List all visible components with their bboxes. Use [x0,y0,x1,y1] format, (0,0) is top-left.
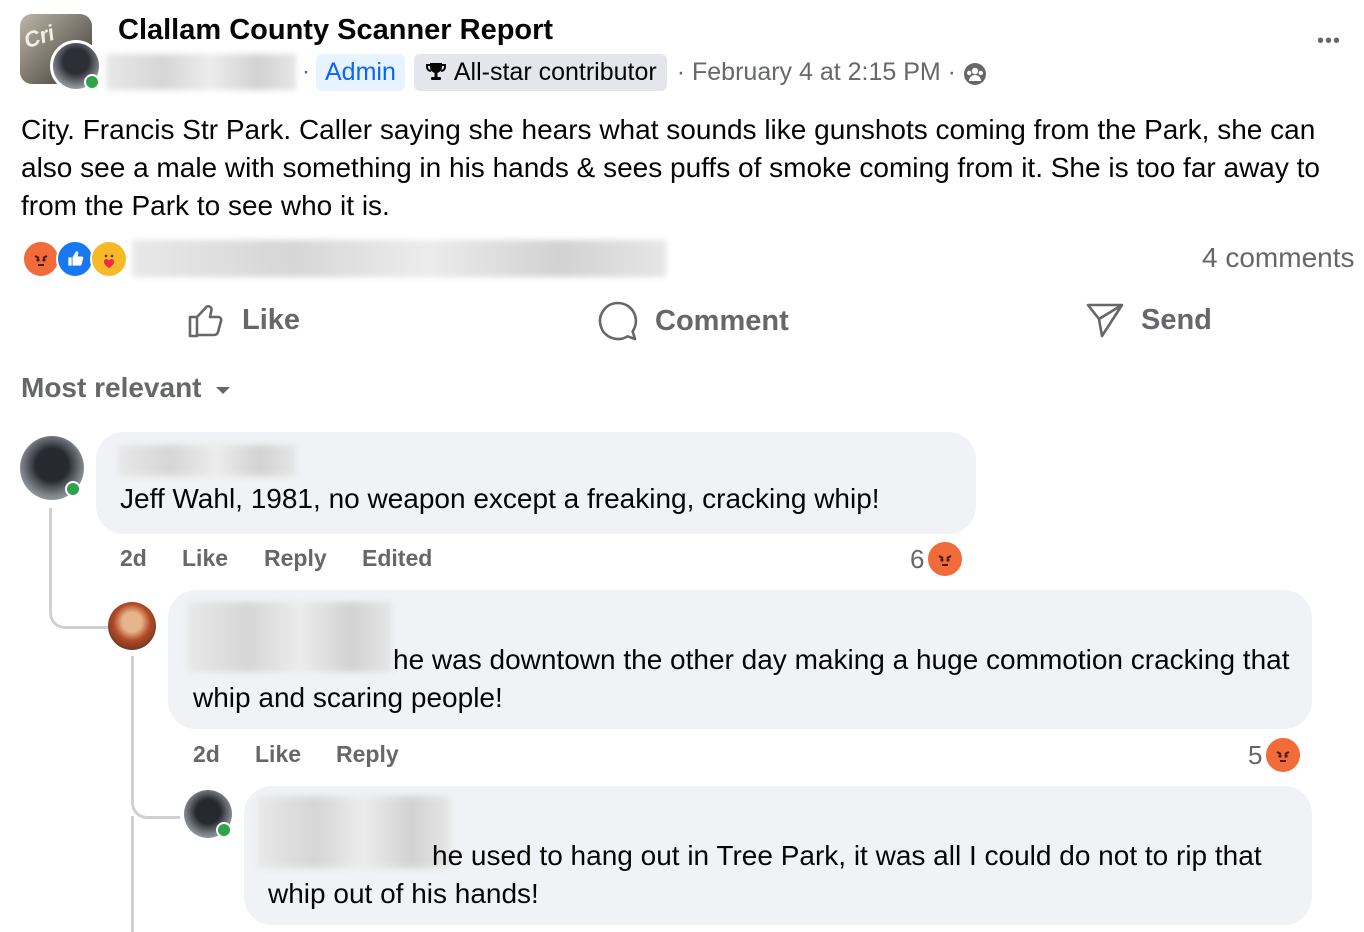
all-star-label: All-star contributor [453,57,657,86]
comment-button[interactable]: Comment [597,300,789,342]
comments-count[interactable]: 4 comments [1202,242,1355,274]
send-icon [1086,303,1124,338]
group-avatar-text: Cri [20,19,58,54]
all-star-badge: All-star contributor [413,53,667,91]
thread-line [49,508,108,629]
chevron-down-icon [215,387,230,394]
send-label: Send [1141,303,1212,336]
comment-bubble-icon [598,301,638,341]
like-label: Like [242,303,301,336]
reactor-names-redacted[interactable] [132,240,666,277]
care-reaction-icon [90,240,128,278]
reaction-count: 5 [1248,739,1263,770]
thread-line [131,816,134,932]
comment-edited-label[interactable]: Edited [362,545,432,572]
more-options-icon[interactable]: ••• [1317,30,1341,53]
reply-reaction-count[interactable]: 5 [1248,736,1303,774]
comment-text: Jeff Wahl, 1981, no weapon except a frea… [120,483,880,514]
thread-line [131,656,180,819]
comment-reply-button[interactable]: Reply [264,545,327,572]
comment-reaction-count[interactable]: 6 [910,540,965,578]
online-indicator [84,74,100,90]
like-button[interactable]: Like [186,300,300,340]
thumbs-up-icon [188,304,223,338]
angry-reaction-icon [22,240,60,278]
separator-dot: · [302,58,310,85]
reaction-count: 6 [910,543,925,574]
like-reaction-icon [56,240,94,278]
reply-reply-button[interactable]: Reply [336,741,399,768]
reply-like-button[interactable]: Like [255,741,301,768]
group-audience-icon [964,63,987,85]
group-name[interactable]: Clallam County Scanner Report [118,14,553,47]
angry-reaction-icon [926,540,965,578]
trophy-icon [425,63,446,80]
angry-reaction-icon [1264,736,1303,774]
comment-like-button[interactable]: Like [182,545,228,572]
nested-reply-text: he used to hang out in Tree Park, it was… [268,840,1262,909]
online-indicator [65,481,81,497]
comment-label: Comment [655,304,789,337]
online-indicator [216,822,232,838]
send-button[interactable]: Send [1085,300,1212,340]
sort-label: Most relevant [21,372,202,403]
sort-dropdown[interactable]: Most relevant [21,372,234,404]
reply-age[interactable]: 2d [193,741,220,768]
reply-text: he was downtown the other day making a h… [193,644,1290,713]
reaction-summary[interactable] [22,240,128,278]
reply-avatar[interactable] [108,602,156,650]
admin-badge: Admin [316,53,405,91]
author-name-redacted[interactable] [106,54,296,90]
post-timestamp[interactable]: · February 4 at 2:15 PM · [677,58,956,87]
commenter-name-redacted[interactable] [118,445,296,476]
post-body: City. Francis Str Park. Caller saying sh… [21,114,1321,221]
comment-age[interactable]: 2d [120,545,147,572]
